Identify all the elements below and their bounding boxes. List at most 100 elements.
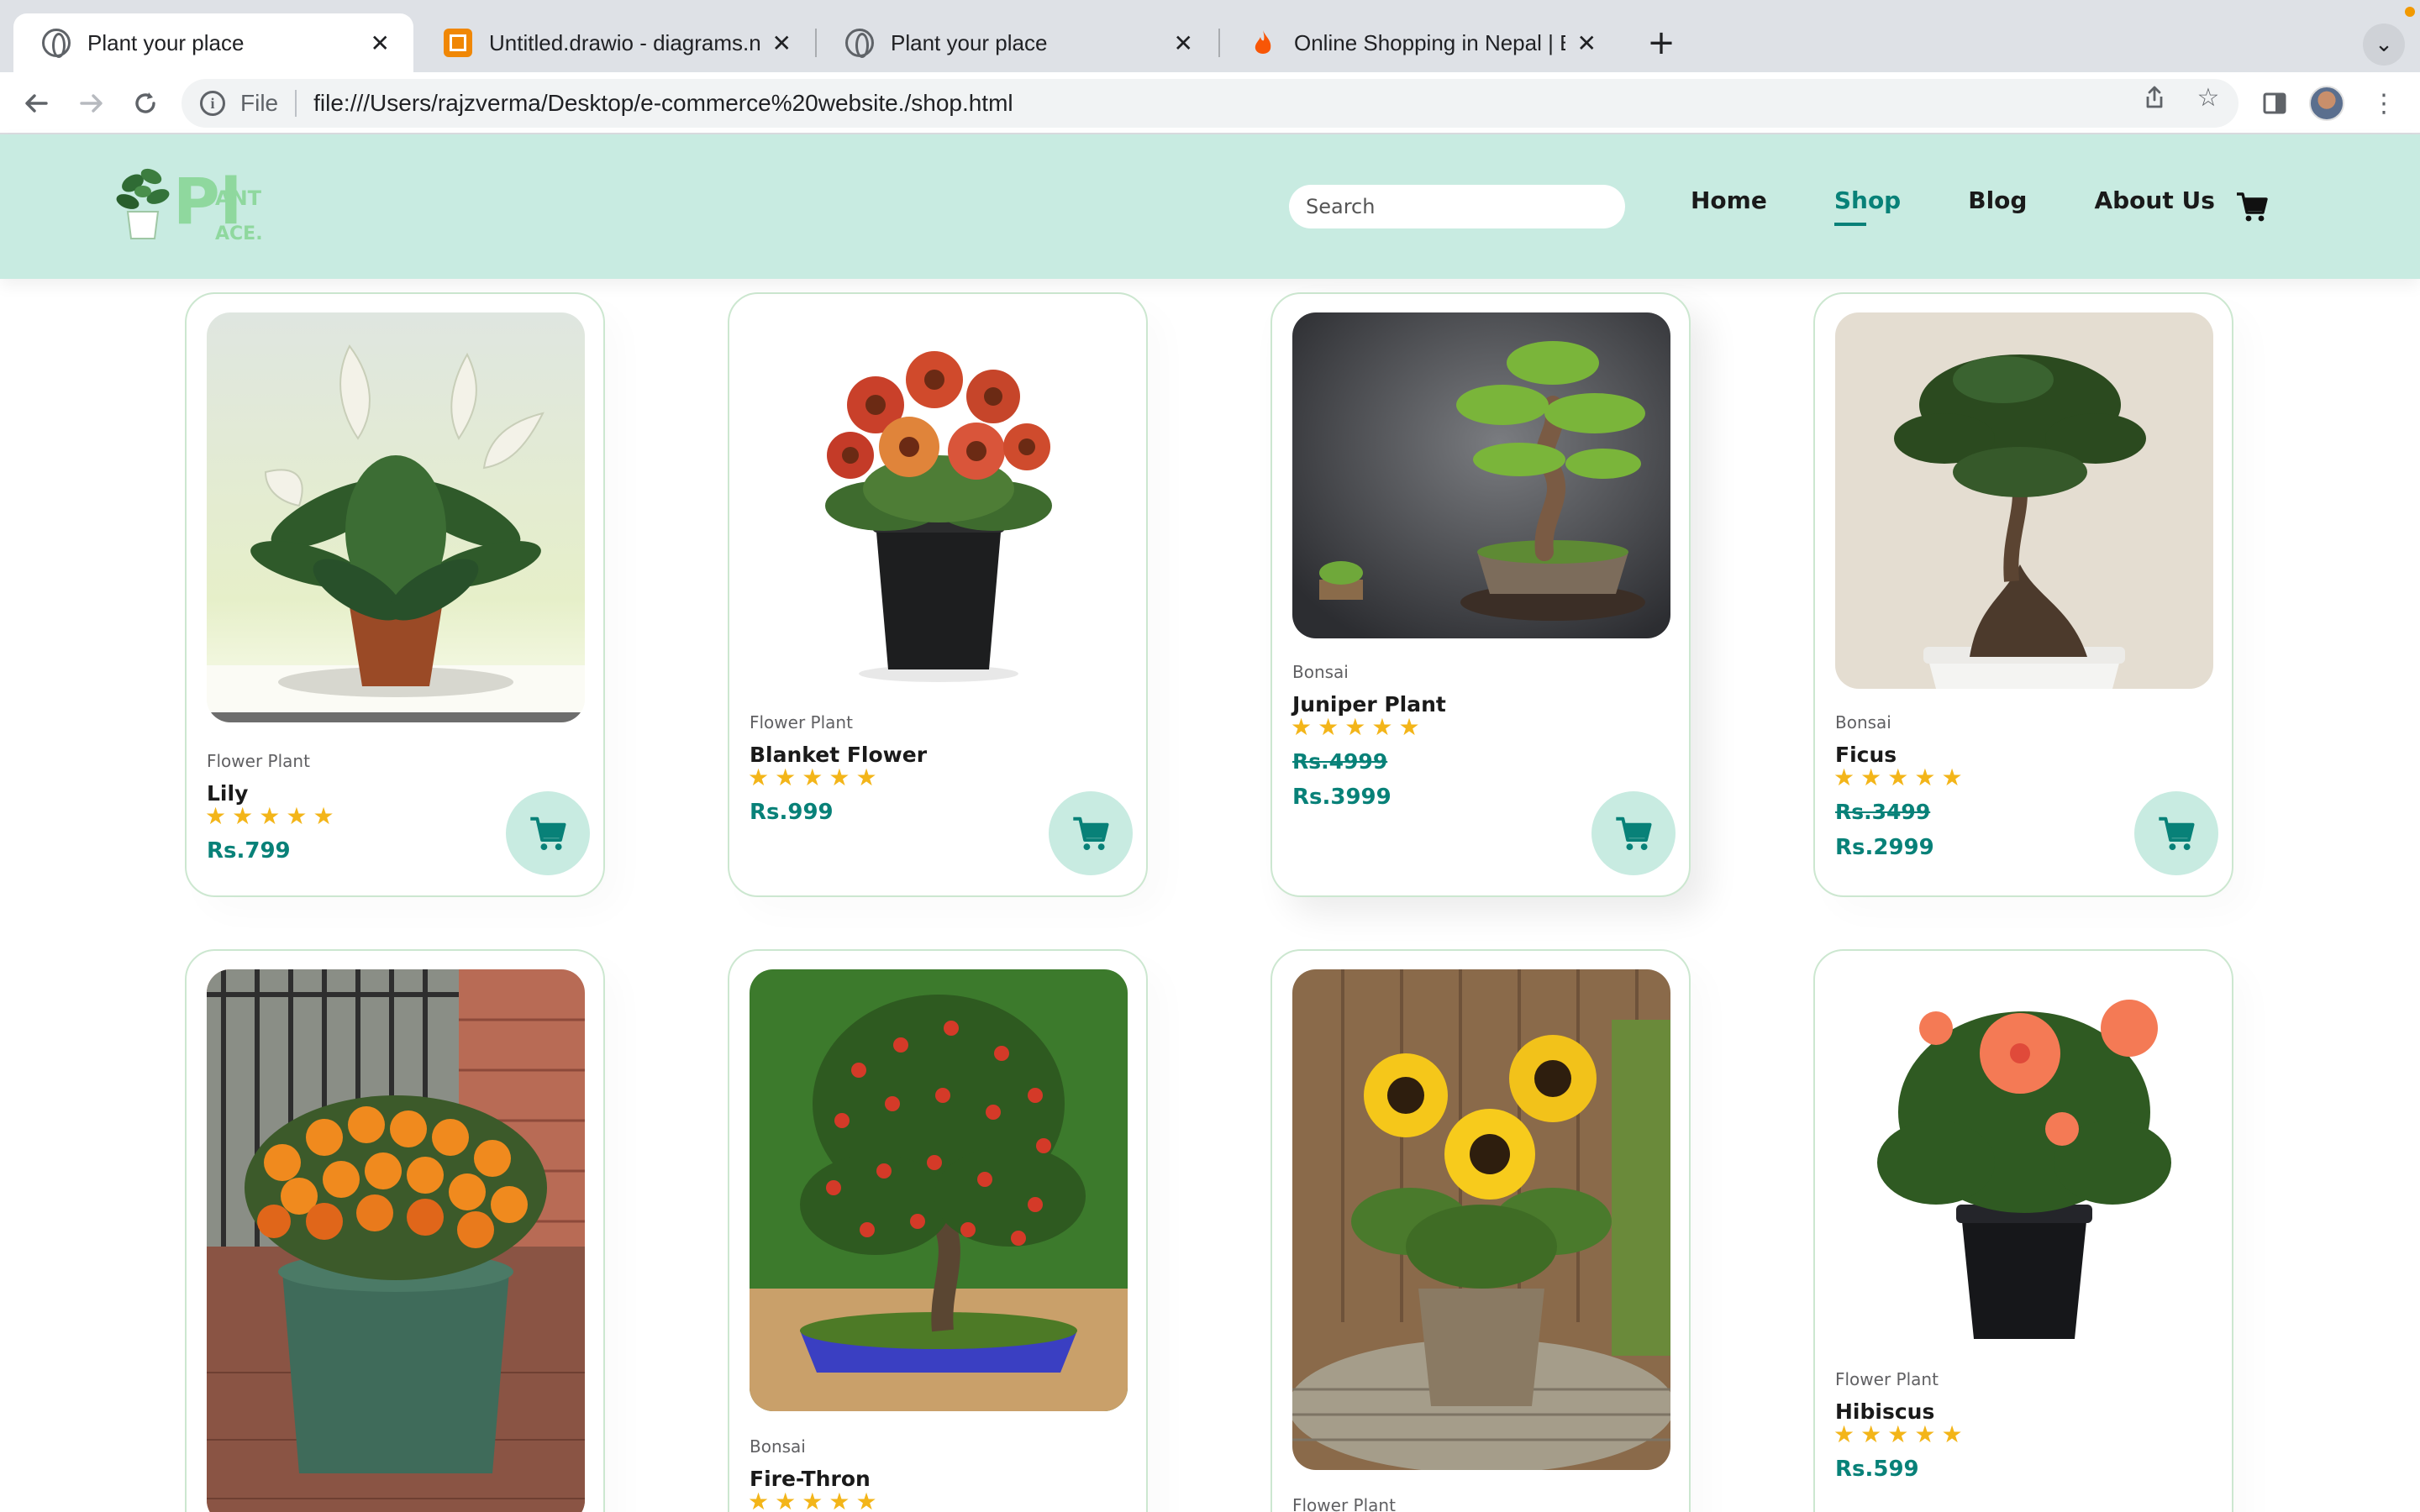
product-image-lily[interactable] <box>207 312 585 722</box>
globe-icon <box>845 29 874 58</box>
tab-title: Plant your place <box>891 29 1048 55</box>
update-dot <box>2405 7 2415 17</box>
star-icon: ★ <box>855 1488 877 1512</box>
product-image-ficus[interactable] <box>1835 312 2213 689</box>
logo-mark: ANT <box>215 186 262 210</box>
globe-icon <box>42 29 71 58</box>
new-tab-button[interactable]: + <box>1640 22 1682 64</box>
profile-avatar[interactable] <box>2309 86 2344 121</box>
share-icon[interactable] <box>2139 82 2170 113</box>
product-rating: ★ ★ ★ ★ ★ <box>1833 1423 1969 1446</box>
reload-icon[interactable] <box>126 84 165 123</box>
star-icon: ★ <box>748 764 770 791</box>
star-icon: ★ <box>748 1488 770 1512</box>
product-image-marigold[interactable] <box>207 969 585 1512</box>
product-rating: ★ ★ ★ ★ ★ <box>748 1490 883 1512</box>
product-brand: Flower Plant <box>1292 1495 1396 1512</box>
cart-icon <box>1616 816 1652 851</box>
product-price: Rs.2999 <box>1835 835 1934 860</box>
product-card[interactable]: Bonsai Fire-Thron ★ ★ ★ ★ ★ <box>728 949 1148 1512</box>
star-icon: ★ <box>1860 764 1882 791</box>
back-arrow-icon[interactable] <box>17 84 55 123</box>
main-nav: Home Shop Blog About Us <box>1691 186 2282 226</box>
add-to-cart-button[interactable] <box>1049 791 1133 875</box>
star-icon: ★ <box>1833 764 1855 791</box>
close-icon[interactable]: ✕ <box>371 29 390 57</box>
product-card[interactable]: Bonsai Juniper Plant ★ ★ ★ ★ ★ Rs.4999 Rs.39… <box>1270 292 1691 897</box>
star-icon: ★ <box>775 764 797 791</box>
star-icon: ★ <box>1941 764 1963 791</box>
product-card[interactable]: Flower Plant Blanket Flower ★ ★ ★ ★ ★ Rs.999 <box>728 292 1148 897</box>
browser-toolbar: i File file:///Users/rajzverma/Desktop/e… <box>0 72 2420 134</box>
cart-icon[interactable] <box>2235 190 2269 223</box>
product-rating: ★ ★ ★ ★ ★ <box>748 766 883 790</box>
url-text[interactable]: file:///Users/rajzverma/Desktop/e-commer… <box>313 90 1013 117</box>
more-menu-icon[interactable]: ⋮ <box>2366 86 2402 121</box>
product-brand: Flower Plant <box>207 751 310 771</box>
site-logo[interactable]: Pl ANT ACE. <box>114 158 274 255</box>
cart-icon <box>530 816 566 851</box>
search-input[interactable] <box>1289 185 1625 228</box>
product-card[interactable]: Flower Plant <box>1270 949 1691 1512</box>
browser-tabstrip: Plant your place ✕ Untitled.drawio - dia… <box>0 0 2420 72</box>
product-card[interactable] <box>185 949 605 1512</box>
address-bar[interactable]: i File file:///Users/rajzverma/Desktop/e… <box>182 79 2238 128</box>
tab-search-chevron-icon[interactable]: ⌄ <box>2363 24 2405 66</box>
tab-title: Plant your place <box>87 29 245 55</box>
product-price: Rs.3999 <box>1292 785 1392 810</box>
product-price: Rs.599 <box>1835 1457 1919 1482</box>
product-image-sunflower[interactable] <box>1292 969 1670 1470</box>
product-image-fire-thron[interactable] <box>750 969 1128 1411</box>
browser-tab[interactable]: Untitled.drawio - diagrams.net ✕ <box>415 13 815 72</box>
tab-title: Untitled.drawio - diagrams.net <box>489 29 760 55</box>
star-icon: ★ <box>1291 713 1313 741</box>
product-image-blanket-flower[interactable] <box>750 312 1128 689</box>
nav-about-link[interactable]: About Us <box>2094 186 2214 214</box>
product-rating: ★ ★ ★ ★ ★ <box>205 805 340 828</box>
add-to-cart-button[interactable] <box>2134 791 2218 875</box>
product-card[interactable]: Flower Plant Hibiscus ★ ★ ★ ★ ★ Rs.599 <box>1813 949 2233 1512</box>
nav-blog-link[interactable]: Blog <box>1968 186 2027 214</box>
product-rating: ★ ★ ★ ★ ★ <box>1291 716 1426 739</box>
browser-tab[interactable]: Plant your place ✕ <box>13 13 413 72</box>
product-name: Juniper Plant <box>1292 692 1446 717</box>
cart-icon <box>1073 816 1109 851</box>
nav-shop-link[interactable]: Shop <box>1833 186 1901 226</box>
star-icon: ★ <box>855 764 877 791</box>
add-to-cart-button[interactable] <box>506 791 590 875</box>
product-grid: Flower Plant Lily ★ ★ ★ ★ ★ Rs.799 Flowe… <box>0 279 2420 1512</box>
product-brand: Flower Plant <box>1835 1369 1939 1389</box>
star-icon: ★ <box>1833 1420 1855 1448</box>
site-info-icon[interactable]: i <box>200 91 225 116</box>
product-brand: Bonsai <box>1292 662 1349 682</box>
tab-title: Online Shopping in Nepal | Bes <box>1294 29 1565 55</box>
star-icon: ★ <box>1860 1420 1882 1448</box>
omnibox-divider <box>295 90 297 117</box>
star-icon: ★ <box>205 802 227 830</box>
browser-tab[interactable]: Online Shopping in Nepal | Bes ✕ <box>1220 13 1620 72</box>
bookmark-star-icon[interactable]: ☆ <box>2193 82 2223 113</box>
close-icon[interactable]: ✕ <box>772 29 792 57</box>
browser-tab[interactable]: Plant your place ✕ <box>817 13 1217 72</box>
product-card[interactable]: Bonsai Ficus ★ ★ ★ ★ ★ Rs.3499 Rs.2999 <box>1813 292 2233 897</box>
forward-arrow-icon[interactable] <box>72 84 111 123</box>
url-scheme-label: File <box>240 90 279 116</box>
star-icon: ★ <box>1887 764 1909 791</box>
product-price: Rs.799 <box>207 838 291 864</box>
product-brand: Bonsai <box>1835 712 1891 732</box>
product-card[interactable]: Flower Plant Lily ★ ★ ★ ★ ★ Rs.799 <box>185 292 605 897</box>
star-icon: ★ <box>775 1488 797 1512</box>
add-to-cart-button[interactable] <box>1591 791 1676 875</box>
drawio-icon <box>444 29 472 57</box>
close-icon[interactable]: ✕ <box>1577 29 1597 57</box>
close-icon[interactable]: ✕ <box>1174 29 1193 57</box>
product-image-juniper-plant[interactable] <box>1292 312 1670 638</box>
star-icon: ★ <box>1318 713 1339 741</box>
nav-home-link[interactable]: Home <box>1691 186 1767 214</box>
star-icon: ★ <box>802 764 823 791</box>
site-header: Pl ANT ACE. Home Shop Blog About Us <box>0 134 2420 279</box>
side-panel-icon[interactable] <box>2257 86 2292 121</box>
logo-mark: ACE. <box>215 223 263 244</box>
product-image-hibiscus[interactable] <box>1835 969 2213 1346</box>
star-icon: ★ <box>829 1488 850 1512</box>
